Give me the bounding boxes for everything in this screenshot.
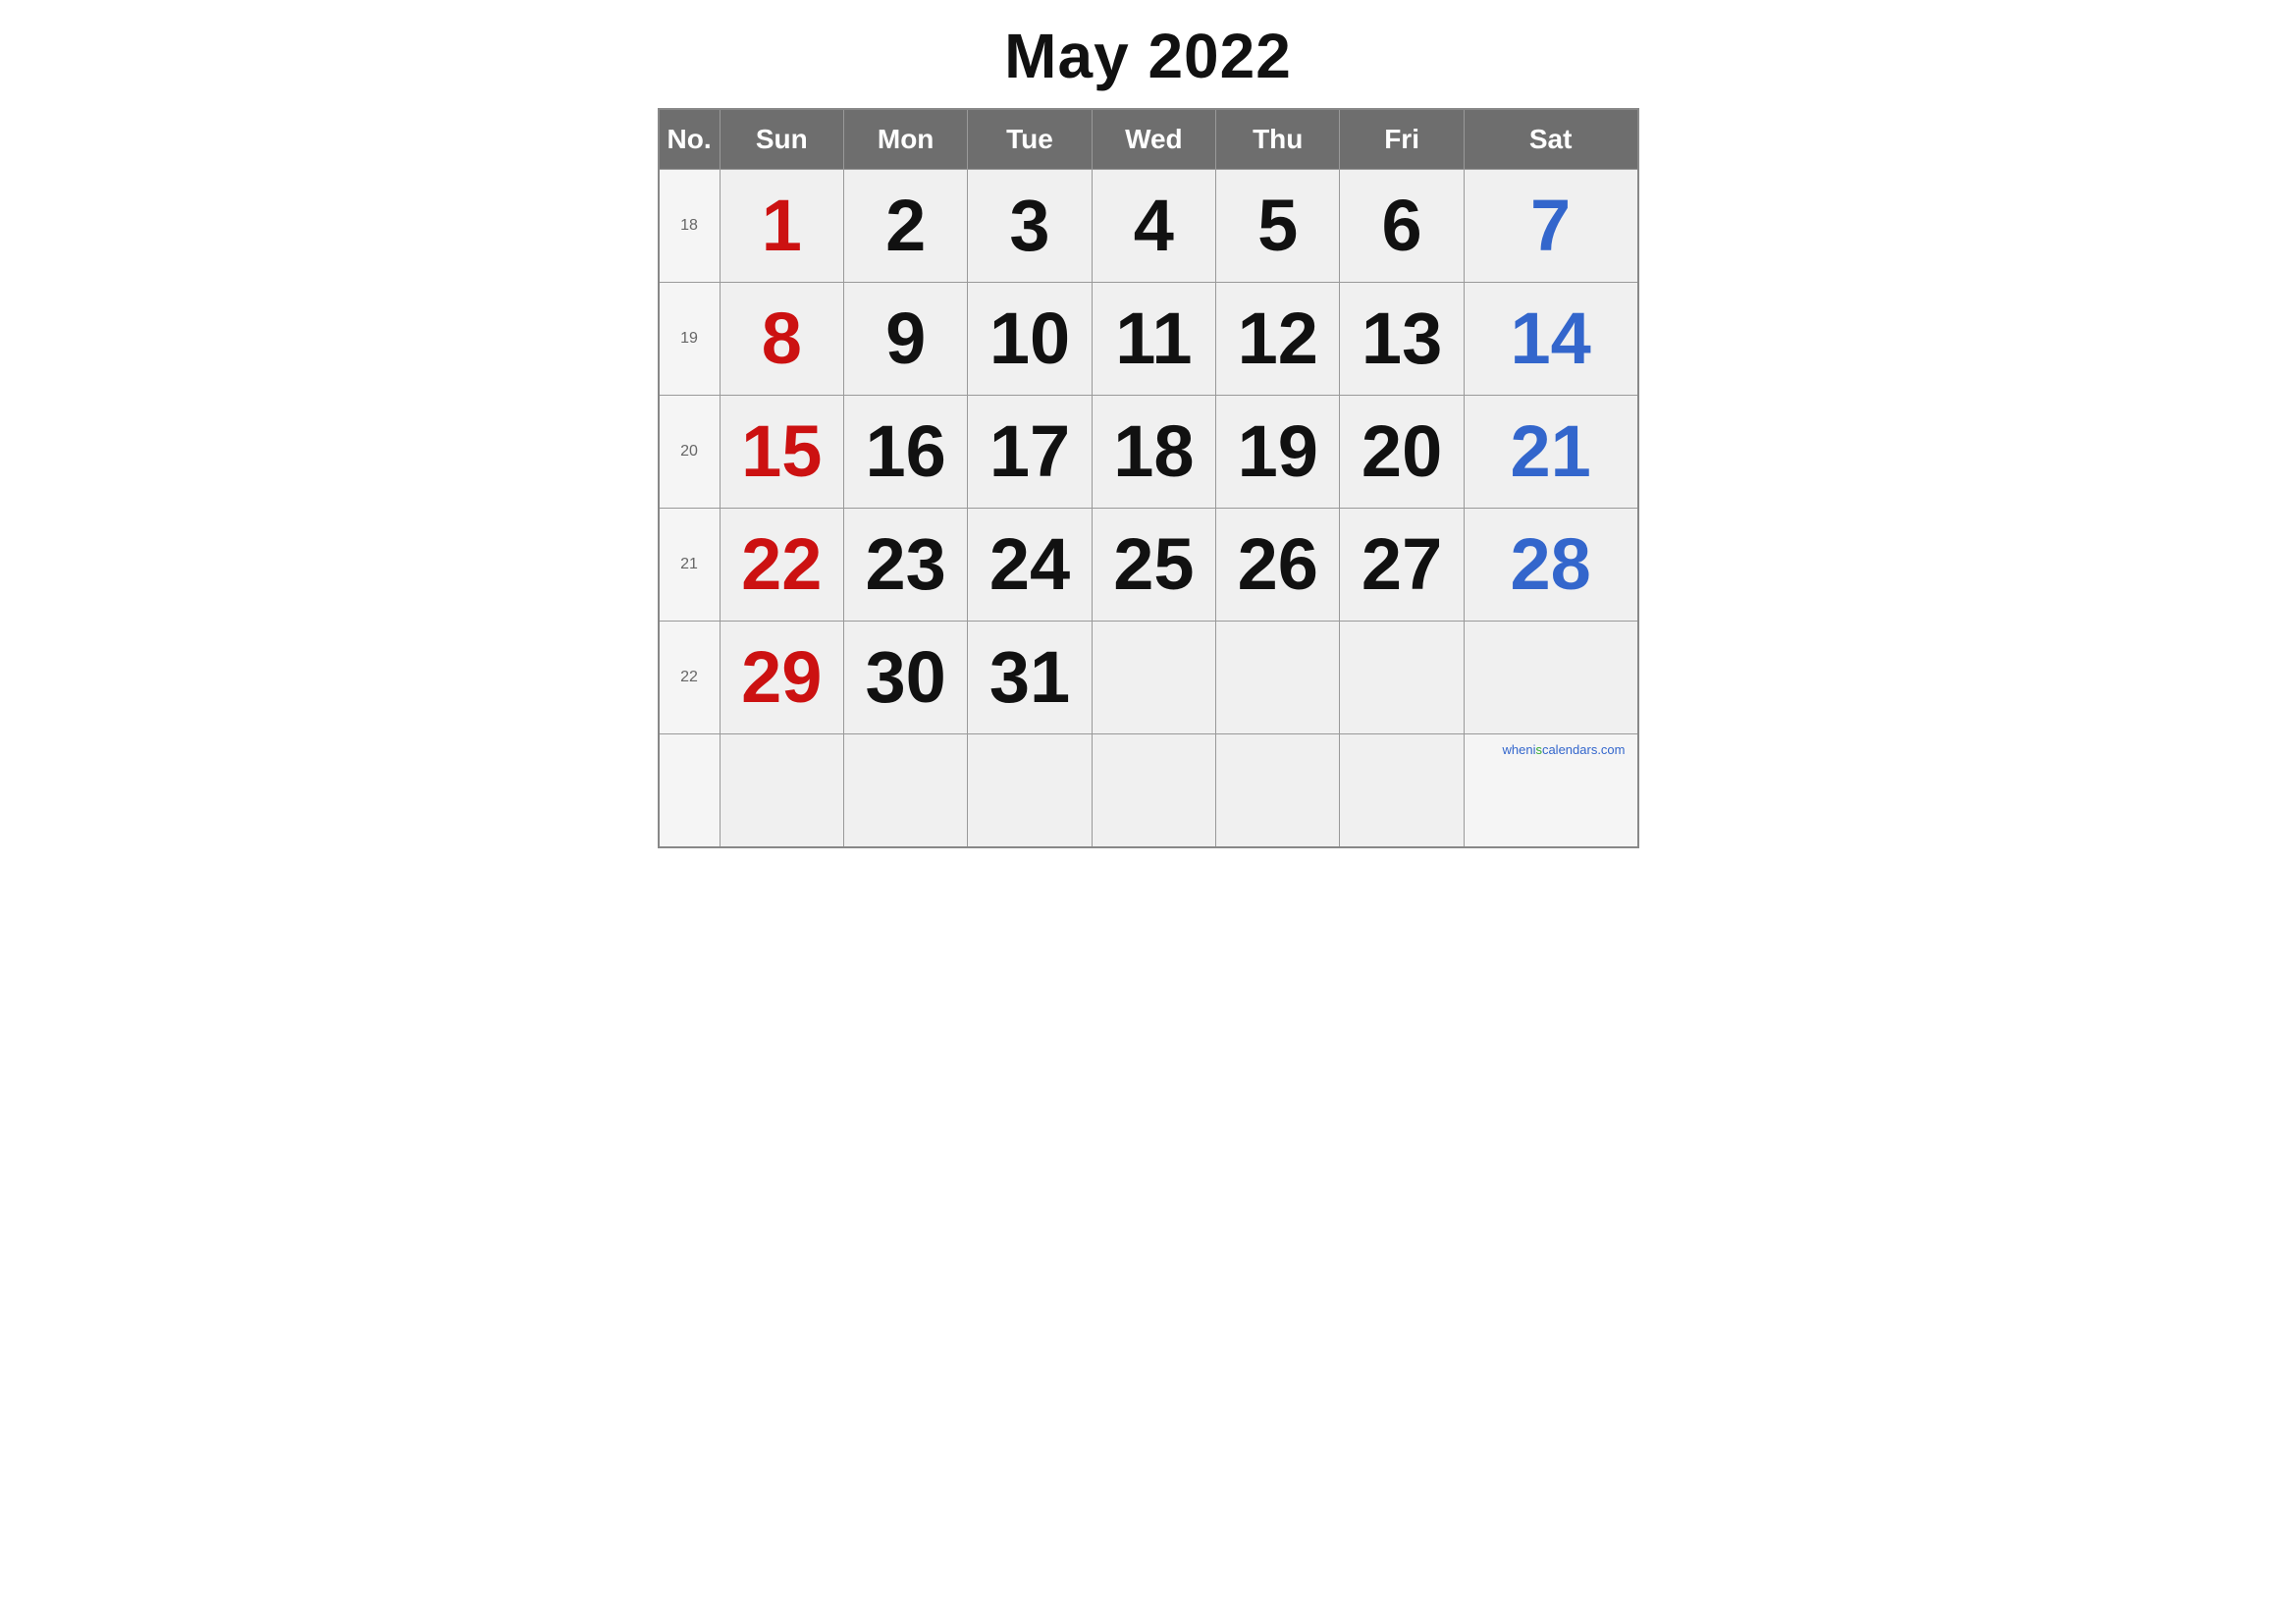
calendar-week-row: 181234567 bbox=[659, 170, 1638, 283]
calendar-container: May 2022 No. Sun Mon Tue Wed Thu Fri Sat… bbox=[658, 20, 1639, 848]
day-number: 30 bbox=[856, 629, 955, 726]
header-wed: Wed bbox=[1092, 109, 1215, 170]
day-cell: 25 bbox=[1092, 509, 1215, 622]
day-number: 5 bbox=[1228, 178, 1327, 274]
day-cell: 13 bbox=[1340, 283, 1464, 396]
day-cell: 29 bbox=[720, 622, 843, 734]
week-number: 19 bbox=[659, 283, 721, 396]
calendar-empty-row: wheniscalendars.com bbox=[659, 734, 1638, 847]
week-number: 20 bbox=[659, 396, 721, 509]
week-number: 18 bbox=[659, 170, 721, 283]
day-number: 25 bbox=[1104, 516, 1203, 613]
empty-day-cell bbox=[1216, 734, 1340, 847]
day-number: 18 bbox=[1104, 404, 1203, 500]
day-number: 24 bbox=[980, 516, 1079, 613]
calendar-table: No. Sun Mon Tue Wed Thu Fri Sat 18123456… bbox=[658, 108, 1639, 848]
day-number: 8 bbox=[732, 291, 831, 387]
calendar-week-row: 1989 10 11 12 13 14 bbox=[659, 283, 1638, 396]
header-thu: Thu bbox=[1216, 109, 1340, 170]
day-cell: 19 bbox=[1216, 396, 1340, 509]
header-sun: Sun bbox=[720, 109, 843, 170]
day-number: 9 bbox=[856, 291, 955, 387]
day-number: 16 bbox=[856, 404, 955, 500]
day-cell: 30 bbox=[843, 622, 967, 734]
day-number: 27 bbox=[1352, 516, 1451, 613]
day-number: 3 bbox=[980, 178, 1079, 274]
day-number: 13 bbox=[1352, 291, 1451, 387]
day-cell: 5 bbox=[1216, 170, 1340, 283]
day-cell: 16 bbox=[843, 396, 967, 509]
empty-day-cell bbox=[1340, 734, 1464, 847]
empty-day-cell bbox=[720, 734, 843, 847]
calendar-week-row: 2122 23 24 25 26 27 28 bbox=[659, 509, 1638, 622]
day-number: 4 bbox=[1104, 178, 1203, 274]
day-number: 1 bbox=[732, 178, 831, 274]
day-number: 19 bbox=[1228, 404, 1327, 500]
day-number: 31 bbox=[980, 629, 1079, 726]
day-number: 22 bbox=[732, 516, 831, 613]
day-cell: 1 bbox=[720, 170, 843, 283]
week-number: 21 bbox=[659, 509, 721, 622]
day-cell: 26 bbox=[1216, 509, 1340, 622]
header-fri: Fri bbox=[1340, 109, 1464, 170]
day-number: 21 bbox=[1476, 404, 1626, 500]
day-cell bbox=[1216, 622, 1340, 734]
day-number: 29 bbox=[732, 629, 831, 726]
day-cell bbox=[1092, 622, 1215, 734]
week-number-empty bbox=[659, 734, 721, 847]
header-sat: Sat bbox=[1464, 109, 1637, 170]
day-number: 12 bbox=[1228, 291, 1327, 387]
day-cell bbox=[1340, 622, 1464, 734]
day-cell: 28 bbox=[1464, 509, 1637, 622]
calendar-header-row: No. Sun Mon Tue Wed Thu Fri Sat bbox=[659, 109, 1638, 170]
day-cell: 11 bbox=[1092, 283, 1215, 396]
day-number: 26 bbox=[1228, 516, 1327, 613]
day-number: 14 bbox=[1476, 291, 1626, 387]
day-cell: 20 bbox=[1340, 396, 1464, 509]
day-cell: 22 bbox=[720, 509, 843, 622]
empty-day-cell bbox=[843, 734, 967, 847]
day-cell: 9 bbox=[843, 283, 967, 396]
day-number: 6 bbox=[1352, 178, 1451, 274]
day-number: 2 bbox=[856, 178, 955, 274]
watermark-link[interactable]: wheniscalendars.com bbox=[1502, 742, 1625, 757]
day-number: 10 bbox=[980, 291, 1079, 387]
week-number: 22 bbox=[659, 622, 721, 734]
day-number: 20 bbox=[1352, 404, 1451, 500]
day-cell: 18 bbox=[1092, 396, 1215, 509]
day-number: 23 bbox=[856, 516, 955, 613]
day-cell: 31 bbox=[968, 622, 1092, 734]
day-cell: 27 bbox=[1340, 509, 1464, 622]
day-cell: 21 bbox=[1464, 396, 1637, 509]
day-cell: 8 bbox=[720, 283, 843, 396]
day-number: 7 bbox=[1476, 178, 1626, 274]
day-cell: 12 bbox=[1216, 283, 1340, 396]
day-cell: 24 bbox=[968, 509, 1092, 622]
day-cell bbox=[1464, 622, 1637, 734]
day-cell: 17 bbox=[968, 396, 1092, 509]
header-tue: Tue bbox=[968, 109, 1092, 170]
calendar-week-row: 2229 30 31 bbox=[659, 622, 1638, 734]
day-cell: 7 bbox=[1464, 170, 1637, 283]
day-cell: 4 bbox=[1092, 170, 1215, 283]
empty-day-cell bbox=[968, 734, 1092, 847]
day-number: 15 bbox=[732, 404, 831, 500]
day-cell: 6 bbox=[1340, 170, 1464, 283]
empty-day-cell bbox=[1092, 734, 1215, 847]
watermark: wheniscalendars.com bbox=[1464, 734, 1637, 847]
day-cell: 15 bbox=[720, 396, 843, 509]
calendar-title: May 2022 bbox=[658, 20, 1639, 92]
header-no: No. bbox=[659, 109, 721, 170]
day-number: 11 bbox=[1104, 291, 1203, 387]
day-cell: 2 bbox=[843, 170, 967, 283]
calendar-week-row: 2015161718192021 bbox=[659, 396, 1638, 509]
day-cell: 10 bbox=[968, 283, 1092, 396]
day-cell: 23 bbox=[843, 509, 967, 622]
day-number: 28 bbox=[1476, 516, 1626, 613]
day-cell: 14 bbox=[1464, 283, 1637, 396]
day-cell: 3 bbox=[968, 170, 1092, 283]
header-mon: Mon bbox=[843, 109, 967, 170]
day-number: 17 bbox=[980, 404, 1079, 500]
